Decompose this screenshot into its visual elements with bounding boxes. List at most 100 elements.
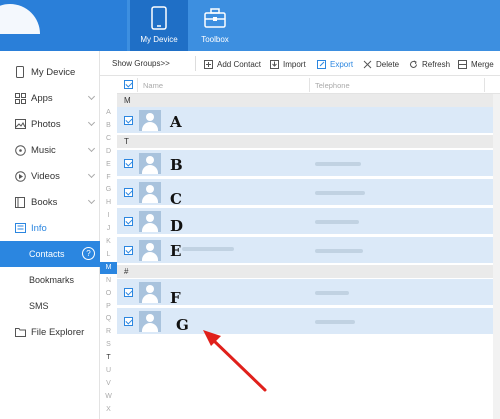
sidebar-item-file-explorer[interactable]: File Explorer [0, 319, 100, 345]
sidebar-item-label: Books [31, 196, 58, 208]
alphabet-letter[interactable]: L [100, 249, 117, 261]
alphabet-letter[interactable]: F [100, 172, 117, 184]
app-logo [0, 4, 40, 34]
alphabet-letter[interactable]: O [100, 288, 117, 300]
show-groups-link[interactable]: Show Groups>> [112, 59, 170, 68]
sidebar-item-label: Videos [31, 170, 60, 182]
row-checkbox[interactable] [124, 159, 133, 168]
sidebar-item-label: Music [31, 144, 56, 156]
alphabet-letter[interactable]: T [100, 352, 117, 364]
alphabet-letter[interactable]: E [100, 159, 117, 171]
alphabet-letter[interactable]: D [100, 146, 117, 158]
toolbox-icon [204, 8, 226, 28]
photos-icon [14, 118, 26, 130]
sidebar-item-info[interactable]: Info [0, 215, 100, 241]
table-row[interactable]: D [117, 208, 493, 235]
table-row[interactable]: E [117, 237, 493, 264]
column-header-name[interactable]: Name [143, 81, 163, 90]
alphabet-letter[interactable]: P [100, 301, 117, 313]
alphabet-letter[interactable]: G [100, 184, 117, 196]
scrollbar[interactable] [493, 94, 500, 419]
tab-toolbox[interactable]: Toolbox [186, 0, 244, 51]
sidebar-item-label: Photos [31, 118, 61, 130]
export-label: Export [330, 59, 354, 69]
redacted-telephone [315, 191, 365, 195]
select-all-checkbox[interactable] [124, 80, 133, 89]
chevron-down-icon [87, 196, 96, 205]
top-bar: My Device Toolbox [0, 0, 500, 51]
row-checkbox[interactable] [124, 288, 133, 297]
alphabet-letter[interactable]: K [100, 236, 117, 248]
apps-icon [14, 92, 26, 104]
alphabet-letter[interactable]: I [100, 210, 117, 222]
alphabet-letter[interactable]: C [100, 133, 117, 145]
sidebar-item-my-device[interactable]: My Device [0, 59, 100, 85]
table-row[interactable]: B [117, 150, 493, 177]
alphabet-letter[interactable]: S [100, 339, 117, 351]
table-row[interactable]: F [117, 279, 493, 307]
alphabet-letter[interactable]: H [100, 197, 117, 209]
group-header: # [117, 265, 493, 278]
chevron-down-icon [87, 144, 96, 153]
alphabet-letter[interactable]: J [100, 223, 117, 235]
refresh-icon [408, 59, 418, 69]
redacted-telephone [315, 249, 363, 253]
redacted-telephone [315, 291, 349, 295]
export-button[interactable]: Export [316, 58, 353, 70]
help-icon[interactable]: ? [82, 247, 95, 260]
row-checkbox[interactable] [124, 116, 133, 125]
alphabet-letter[interactable]: W [100, 391, 117, 403]
alphabet-letter[interactable]: V [100, 378, 117, 390]
row-checkbox[interactable] [124, 217, 133, 226]
sidebar-item-sms[interactable]: SMS [0, 293, 100, 319]
row-checkbox[interactable] [124, 317, 133, 326]
avatar [139, 311, 161, 332]
redacted-telephone [315, 162, 361, 166]
table-row[interactable]: G [117, 308, 493, 335]
info-icon [14, 222, 26, 234]
alphabet-letter[interactable]: B [100, 120, 117, 132]
table-row[interactable]: A [117, 107, 493, 134]
sidebar-item-bookmarks[interactable]: Bookmarks [0, 267, 100, 293]
contact-name: G [176, 316, 189, 334]
avatar [139, 182, 161, 203]
merge-icon [457, 59, 467, 69]
sidebar-item-label: My Device [31, 66, 76, 78]
row-checkbox[interactable] [124, 246, 133, 255]
redacted-telephone [315, 220, 359, 224]
alphabet-letter[interactable]: M [100, 261, 117, 274]
column-divider [137, 78, 138, 92]
alphabet-letter[interactable]: X [100, 404, 117, 416]
tab-my-device[interactable]: My Device [130, 0, 188, 51]
row-checkbox[interactable] [124, 188, 133, 197]
refresh-button[interactable]: Refresh [408, 58, 450, 70]
chevron-down-icon [87, 170, 96, 179]
sidebar-item-photos[interactable]: Photos [0, 111, 100, 137]
add-contact-button[interactable]: Add Contact [203, 58, 261, 70]
sidebar-item-contacts[interactable]: Contacts ? [0, 241, 100, 267]
sidebar-item-label: Bookmarks [29, 275, 75, 285]
group-header: M [117, 94, 493, 107]
contact-name: C [170, 190, 182, 208]
tablet-icon [151, 6, 167, 30]
group-header: T [117, 135, 493, 148]
annotation-arrow-icon [203, 330, 267, 392]
sidebar-item-apps[interactable]: Apps [0, 85, 100, 111]
sidebar-item-videos[interactable]: Videos [0, 163, 100, 189]
alphabet-letter[interactable]: R [100, 326, 117, 338]
sidebar-item-label: Apps [31, 92, 53, 104]
sidebar-item-books[interactable]: Books [0, 189, 100, 215]
avatar [139, 211, 161, 232]
alphabet-letter[interactable]: N [100, 275, 117, 287]
alphabet-letter[interactable]: A [100, 107, 117, 119]
merge-button[interactable]: Merge [457, 58, 494, 70]
delete-button[interactable]: Delete [362, 58, 399, 70]
import-button[interactable]: Import [269, 58, 306, 70]
alphabet-letter[interactable]: U [100, 365, 117, 377]
delete-label: Delete [376, 59, 400, 69]
sidebar-item-music[interactable]: Music [0, 137, 100, 163]
alphabet-letter[interactable]: Q [100, 313, 117, 325]
column-header-telephone[interactable]: Telephone [315, 81, 350, 90]
table-row[interactable]: C [117, 179, 493, 208]
import-label: Import [283, 59, 306, 69]
